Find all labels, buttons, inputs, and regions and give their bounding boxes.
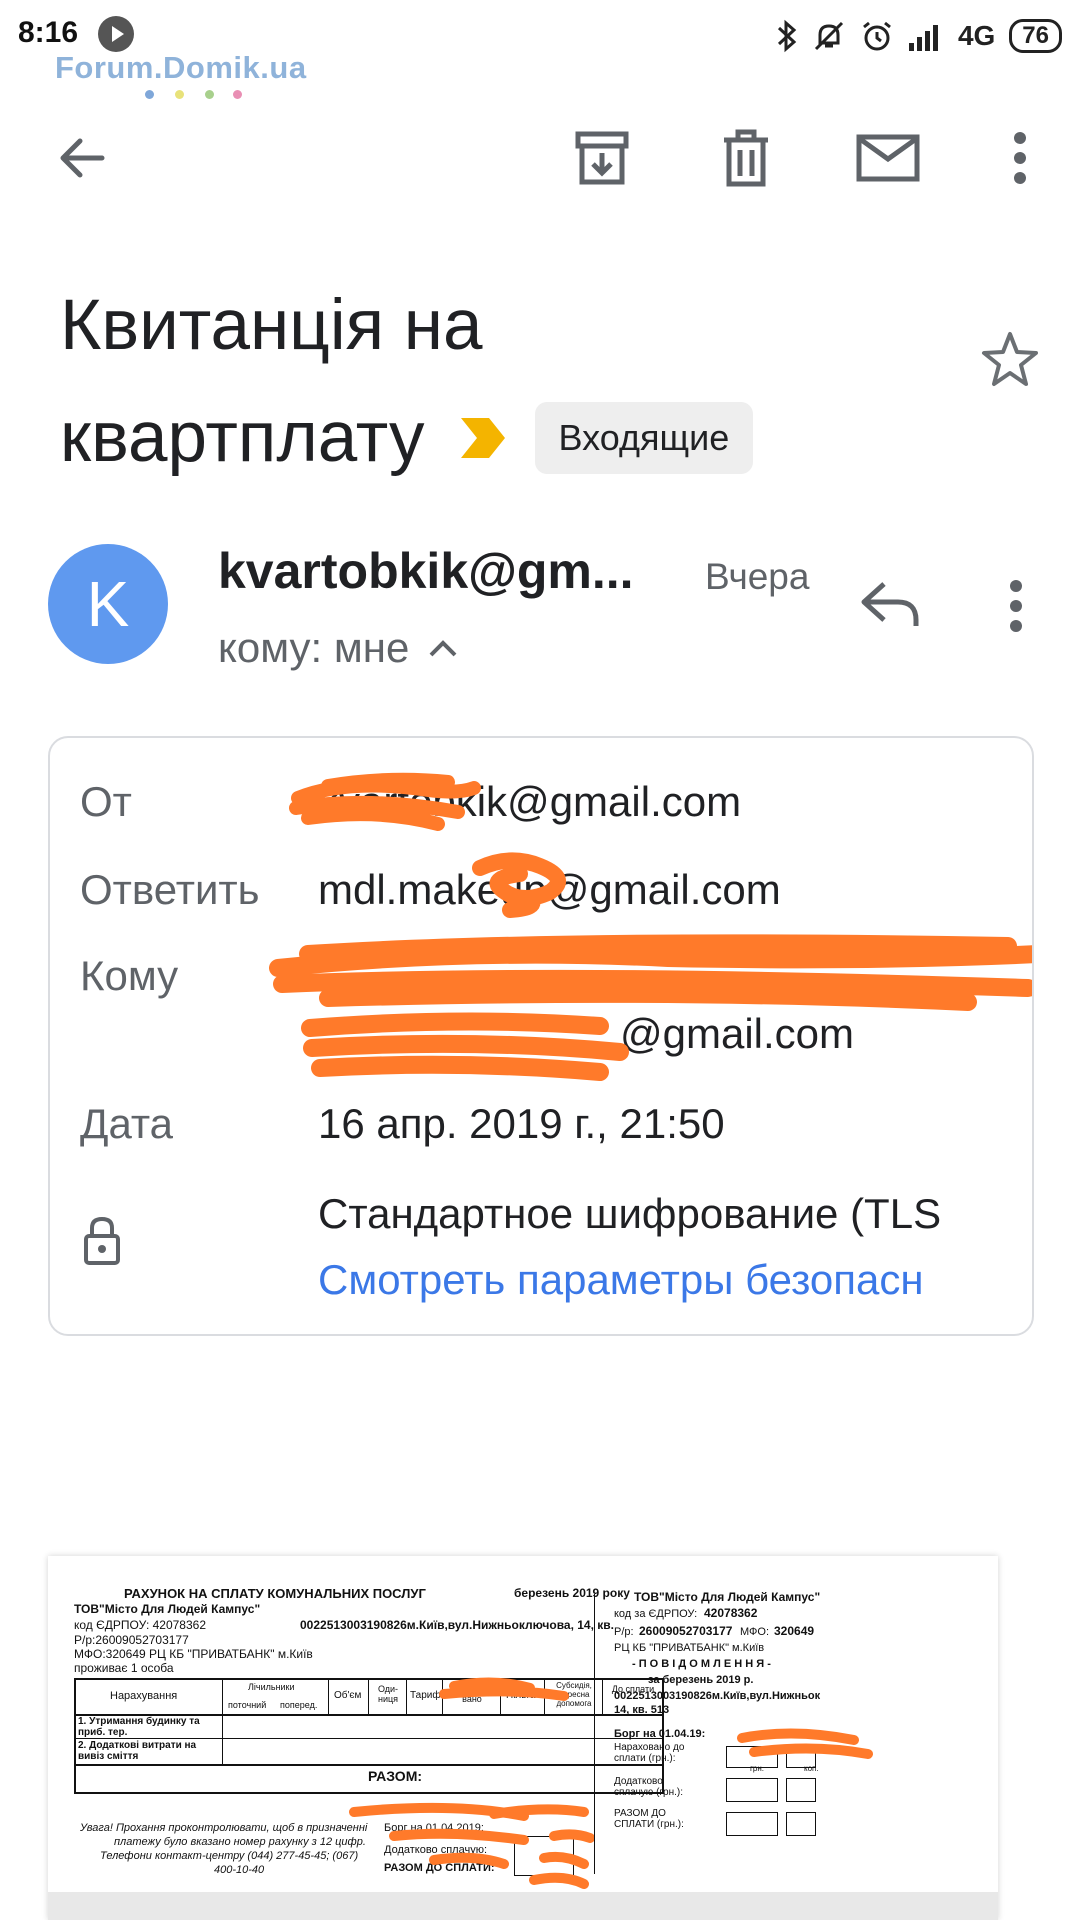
invoice-company: ТОВ"Місто Для Людей Кампус" (74, 1602, 261, 1616)
notice-company: ТОВ"Місто Для Людей Кампус" (634, 1590, 821, 1604)
archive-icon (575, 131, 629, 185)
alarm-icon (863, 21, 891, 51)
invoice-residents: проживає 1 особа (74, 1661, 174, 1675)
invoice-period: березень 2019 року (514, 1586, 630, 1600)
more-options-button[interactable] (984, 122, 1056, 194)
notice-edrpou-label: код за ЄДРПОУ: (614, 1608, 698, 1620)
notice-total: РАЗОМ ДО СПЛАТИ (грн.): (614, 1808, 684, 1830)
to-me-label: кому: мне (218, 624, 410, 671)
notice-extra: Додатково сплачую (грн.): (614, 1776, 684, 1798)
recipients-toggle[interactable]: кому: мне (218, 624, 459, 672)
attachment-footer (48, 1892, 998, 1920)
arrow-back-icon (60, 138, 105, 178)
status-time: 8:16 (18, 16, 79, 49)
notice-rr-label: Р/р: (614, 1626, 634, 1638)
sender-name[interactable]: kvartobkik@gm... (218, 542, 634, 600)
back-button[interactable] (46, 122, 118, 194)
chevron-up-icon (429, 640, 457, 657)
redaction-scribble (472, 852, 566, 918)
notice-edrpou: 42078362 (704, 1606, 758, 1620)
notice-bank: РЦ КБ "ПРИВАТБАНК" м.Київ (614, 1642, 765, 1654)
sender-avatar[interactable]: K (48, 544, 168, 664)
th-accrual: Нарахування (110, 1690, 178, 1702)
archive-button[interactable] (566, 122, 638, 194)
star-icon (982, 332, 1038, 386)
date-label: Дата (80, 1100, 174, 1147)
mute-icon (814, 21, 843, 51)
attachment-preview[interactable]: РАХУНОК НА СПЛАТУ КОМУНАЛЬНИХ ПОСЛУГ бер… (48, 1556, 998, 1920)
invoice-mfo: МФО:320649 РЦ КБ "ПРИВАТБАНК" м.Київ (74, 1647, 313, 1661)
more-vert-icon (1014, 132, 1026, 184)
row-garbage: 2. Додаткові витрати на вивіз сміття (78, 1740, 197, 1762)
notice-rr: 26009052703177 (639, 1624, 733, 1638)
network-type: 4G (957, 20, 996, 51)
mark-unread-button[interactable] (852, 122, 924, 194)
battery-indicator: 76 (1009, 19, 1062, 53)
th-meters: Лічильники (248, 1682, 295, 1692)
redaction-scribble (269, 934, 1032, 1011)
invoice-title: РАХУНОК НА СПЛАТУ КОМУНАЛЬНИХ ПОСЛУГ (124, 1586, 426, 1601)
reply-button[interactable] (858, 580, 922, 633)
redaction-scribble (737, 1728, 873, 1759)
mail-icon (856, 134, 920, 182)
signal-icon (908, 25, 938, 51)
lock-icon (82, 1216, 122, 1271)
message-more-button[interactable] (1008, 578, 1024, 639)
bluetooth-icon (777, 19, 797, 53)
encryption-info: Стандартное шифрование (TLS (318, 1190, 942, 1237)
delete-button[interactable] (710, 122, 782, 194)
email-subject: Квитанція на квартплату Входящие (60, 270, 880, 494)
media-play-icon (98, 16, 134, 52)
from-label: От (80, 778, 132, 825)
email-date: Вчера (705, 556, 810, 597)
row-maintenance: 1. Утримання будинку та приб. тер. (78, 1716, 200, 1738)
subject-line-2: квартплату (60, 398, 425, 477)
invoice-edrpou: код ЄДРПОУ: 42078362 (74, 1618, 206, 1632)
importance-marker-icon[interactable] (459, 414, 507, 462)
reply-icon (861, 582, 919, 626)
star-button[interactable] (980, 330, 1040, 393)
notice-period: за березень 2019 р. (648, 1674, 754, 1686)
more-vert-icon (1010, 580, 1022, 632)
security-details-link[interactable]: Смотреть параметры безопасн (318, 1256, 924, 1304)
notice-heading: - П О В І Д О М Л Е Н Н Я - (632, 1658, 771, 1670)
notice-account: 0022513003190826м.Київ,вул.Нижньок (614, 1690, 821, 1702)
redaction-scribble (349, 1677, 594, 1889)
redaction-scribble (301, 1012, 629, 1081)
subject-line-1: Квитанція на (60, 286, 483, 365)
invoice-rr: Р/р:26009052703177 (74, 1633, 189, 1647)
th-current: поточний (228, 1700, 267, 1710)
date-value: 16 апр. 2019 г., 21:50 (318, 1100, 725, 1147)
redaction-scribble (289, 772, 481, 831)
trash-icon (724, 129, 768, 187)
notice-mfo: 320649 (774, 1624, 815, 1638)
notice-flat: 14, кв. 513 (614, 1704, 670, 1716)
notice-accrued: Нараховано до сплати (грн.): (614, 1742, 685, 1764)
to-label: Кому (80, 952, 179, 999)
notice-mfo-label: МФО: (740, 1626, 770, 1638)
status-indicators: 4G 76 (776, 16, 1062, 56)
inbox-label-chip[interactable]: Входящие (534, 402, 754, 474)
invoice-note: 400-10-40 (214, 1864, 265, 1876)
email-details-card: От kvartobkik@gmail.com Ответить mdl.mak… (48, 736, 1034, 1336)
watermark-dots (145, 90, 245, 100)
notice-debt: Борг на 01.04.19: (614, 1728, 706, 1740)
invoice-account: 0022513003190826м.Київ,вул.Нижньоключова… (300, 1618, 614, 1632)
reply-to-label: Ответить (80, 866, 260, 913)
watermark-logo: Forum.Domik.ua (55, 50, 307, 85)
